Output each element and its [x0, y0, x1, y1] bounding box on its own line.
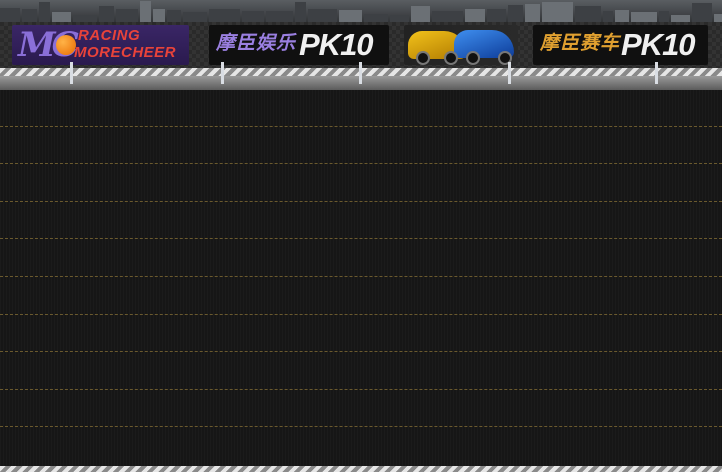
race-cars-banner: [404, 25, 518, 65]
lane-divider: [0, 314, 722, 315]
rail-post: [359, 62, 362, 84]
lane-divider: [0, 389, 722, 390]
lane-divider: [0, 163, 722, 164]
rail-post: [655, 62, 658, 84]
racing-morecheer-banner: MC RACING MORECHEER: [12, 25, 189, 65]
lane-divider: [0, 201, 722, 202]
bottom-guard-rail: [0, 466, 722, 472]
mochen-entertainment-banner: 摩臣娱乐 PK10: [209, 25, 389, 65]
lane-divider: [0, 238, 722, 239]
lane-divider: [0, 426, 722, 427]
banner2-chinese-text: 摩臣娱乐: [216, 33, 297, 54]
wheel-icon: [466, 51, 480, 65]
banner4-chinese-text: 摩臣赛车: [540, 33, 621, 54]
orange-ball-icon: [56, 35, 76, 55]
race-track: [0, 90, 722, 466]
rail-post: [508, 62, 511, 84]
banner2-pk10: PK10: [299, 27, 374, 62]
mochen-racing-banner: 摩臣赛车 PK10: [533, 25, 708, 65]
wheel-icon: [444, 51, 458, 65]
lane-divider: [0, 351, 722, 352]
banner1-line1: RACING: [78, 27, 141, 44]
rail-post: [221, 62, 224, 84]
wheel-icon: [416, 51, 430, 65]
lane-divider: [0, 276, 722, 277]
rail-post: [70, 62, 73, 84]
banner1-line2: MORECHEER: [74, 44, 177, 61]
lane-divider: [0, 126, 722, 127]
banner4-pk10: PK10: [621, 27, 696, 62]
